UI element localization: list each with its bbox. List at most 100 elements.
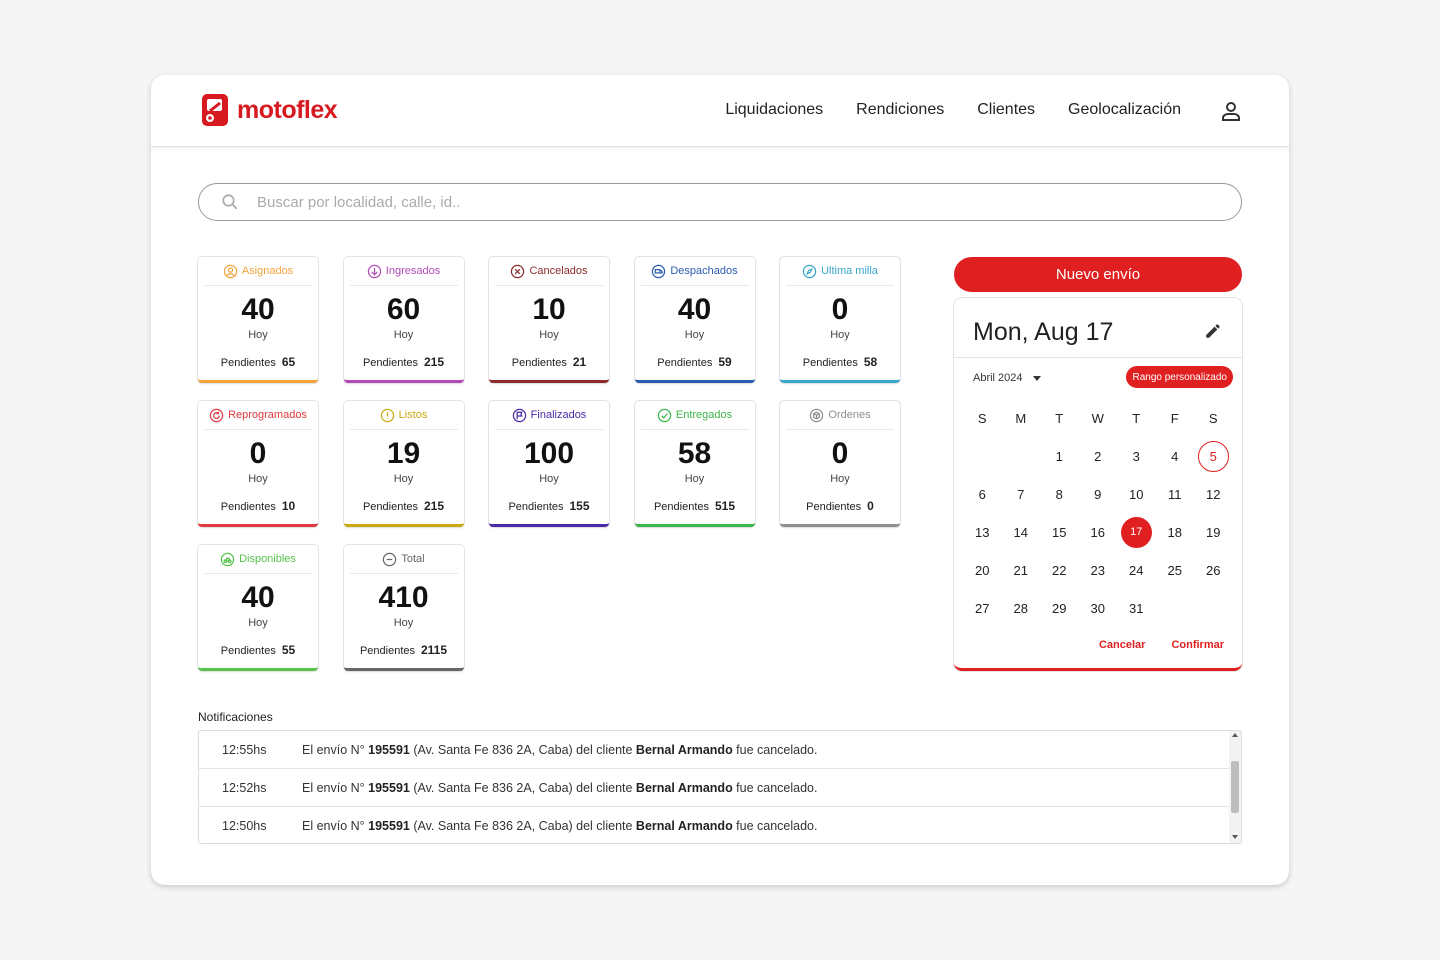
rango-personalizado-button[interactable]: Rango personalizado <box>1126 366 1233 388</box>
card-pending-label: Pendientes <box>511 357 567 369</box>
calendar-day[interactable]: 15 <box>1040 513 1079 551</box>
nav-geolocalizacion[interactable]: Geolocalización <box>1068 101 1181 119</box>
calendar-day[interactable]: 8 <box>1040 475 1079 513</box>
nav-rendiciones[interactable]: Rendiciones <box>856 101 944 119</box>
calendar-day-number: 21 <box>1013 562 1028 578</box>
calendar-day[interactable]: 4 <box>1156 437 1195 475</box>
calendar-day[interactable]: 7 <box>1002 475 1041 513</box>
scroll-thumb[interactable] <box>1231 761 1239 813</box>
calendar-day-number: 1 <box>1055 448 1063 464</box>
nav-clientes[interactable]: Clientes <box>977 101 1035 119</box>
search-bar[interactable] <box>198 183 1242 221</box>
calendar-day[interactable]: 13 <box>963 513 1002 551</box>
notification-row[interactable]: 12:55hs El envío N° 195591 (Av. Santa Fe … <box>199 731 1229 769</box>
status-card-listos[interactable]: Listos 19 Hoy Pendientes 215 <box>343 401 464 527</box>
calendar-day[interactable]: 14 <box>1002 513 1041 551</box>
status-card-ingresados[interactable]: Ingresados 60 Hoy Pendientes 215 <box>343 257 464 383</box>
scroll-up-arrow-icon[interactable] <box>1232 733 1238 737</box>
card-pending-label: Pendientes <box>508 501 564 513</box>
card-label: Listos <box>398 409 428 421</box>
check-circle-icon <box>657 408 672 422</box>
status-card-asignados[interactable]: Asignados 40 Hoy Pendientes 65 <box>198 257 318 383</box>
scroll-down-arrow-icon[interactable] <box>1232 835 1238 839</box>
cancelar-button[interactable]: Cancelar <box>1099 639 1145 651</box>
nav-liquidaciones[interactable]: Liquidaciones <box>725 101 823 119</box>
weekday-header: W <box>1091 410 1104 426</box>
confirmar-button[interactable]: Confirmar <box>1171 639 1224 651</box>
month-label: Abril 2024 <box>973 372 1023 384</box>
calendar-day[interactable]: 24 <box>1117 551 1156 589</box>
card-pending-value: 21 <box>572 355 587 369</box>
card-header: Listos <box>349 401 458 430</box>
card-pending-value: 215 <box>424 499 445 513</box>
user-account-icon[interactable] <box>1219 99 1243 123</box>
calendar-day[interactable]: 31 <box>1117 589 1156 627</box>
calendar-day-number: 26 <box>1206 562 1221 578</box>
flag-circle-icon <box>512 408 526 422</box>
calendar-day[interactable]: 9 <box>1079 475 1118 513</box>
card-pending-label: Pendientes <box>220 357 276 369</box>
notifications-title: Notificaciones <box>198 710 273 724</box>
search-input[interactable] <box>257 193 1157 211</box>
pencil-icon[interactable] <box>1204 322 1222 340</box>
calendar-day[interactable]: 28 <box>1002 589 1041 627</box>
status-card-despachados[interactable]: Despachados 40 Hoy Pendientes 59 <box>634 257 755 383</box>
status-card-cancelados[interactable]: Cancelados 10 Hoy Pendientes 21 <box>489 257 609 383</box>
weekday-header: M <box>1015 410 1027 426</box>
card-today-value: 10 <box>532 293 566 326</box>
calendar-day[interactable]: 3 <box>1117 437 1156 475</box>
nuevo-envio-button[interactable]: Nuevo envío <box>954 257 1242 292</box>
calendar-day-number: 5 <box>1197 440 1229 472</box>
notification-row[interactable]: 12:50hs El envío N° 195591 (Av. Santa Fe … <box>199 807 1229 843</box>
calendar-day[interactable]: 17 <box>1117 513 1156 551</box>
calendar-day[interactable]: 5 <box>1194 437 1233 475</box>
calendar-day-number: 29 <box>1052 600 1067 616</box>
card-today-value: 410 <box>378 581 429 614</box>
status-card-reprogramados[interactable]: Reprogramados 0 Hoy Pendientes 10 <box>198 401 318 527</box>
month-selector[interactable]: Abril 2024 <box>973 372 1041 384</box>
weekday-header: T <box>1132 410 1141 426</box>
calendar-day[interactable]: 12 <box>1194 475 1233 513</box>
card-today-label: Hoy <box>393 473 414 485</box>
calendar-day[interactable]: 6 <box>963 475 1002 513</box>
calendar-day[interactable]: 22 <box>1040 551 1079 589</box>
calendar-day[interactable]: 20 <box>963 551 1002 589</box>
notification-text-pre: El envío N° <box>302 780 369 795</box>
calendar-day[interactable]: 11 <box>1156 475 1195 513</box>
status-card-finalizados[interactable]: Finalizados 100 Hoy Pendientes 155 <box>489 401 609 527</box>
calendar-day[interactable]: 26 <box>1194 551 1233 589</box>
calendar-day[interactable]: 2 <box>1079 437 1118 475</box>
calendar-day-number: 31 <box>1129 600 1144 616</box>
notification-text-post: fue cancelado. <box>732 780 818 795</box>
calendar-day[interactable]: 21 <box>1002 551 1041 589</box>
card-pending: Pendientes 2115 <box>344 643 464 657</box>
box-circle-icon <box>810 408 824 422</box>
status-card-total[interactable]: Total 410 Hoy Pendientes 2115 <box>343 545 464 671</box>
calendar-day[interactable]: 19 <box>1194 513 1233 551</box>
card-label: Ordenes <box>828 409 871 421</box>
status-card-disponibles[interactable]: Disponibles 40 Hoy Pendientes 55 <box>198 545 318 671</box>
notifications-list: 12:55hs El envío N° 195591 (Av. Santa Fe … <box>198 730 1242 844</box>
status-card-entregados[interactable]: Entregados 58 Hoy Pendientes 515 <box>634 401 755 527</box>
card-pending-value: 155 <box>569 499 590 513</box>
calendar-day[interactable]: 10 <box>1117 475 1156 513</box>
calendar-day[interactable]: 25 <box>1156 551 1195 589</box>
calendar-day[interactable]: 23 <box>1079 551 1118 589</box>
notification-row[interactable]: 12:52hs El envío N° 195591 (Av. Santa Fe … <box>199 769 1229 807</box>
brand-logo[interactable]: motoflex <box>201 93 338 127</box>
motoflex-logo-icon <box>202 94 228 126</box>
card-pending-value: 55 <box>281 643 296 657</box>
calendar-day[interactable]: 29 <box>1040 589 1079 627</box>
calendar-day[interactable]: 30 <box>1079 589 1118 627</box>
status-card-ordenes[interactable]: Ordenes 0 Hoy Pendientes 0 <box>780 401 900 527</box>
calendar-day[interactable]: 27 <box>963 589 1002 627</box>
calendar-day[interactable]: 1 <box>1040 437 1079 475</box>
calendar-day[interactable]: 16 <box>1079 513 1118 551</box>
notification-shipment-id: 195591 <box>368 819 410 833</box>
status-card-ultima-milla[interactable]: Ultima milla 0 Hoy Pendientes 58 <box>780 257 900 383</box>
search-icon <box>222 194 238 210</box>
notification-text-mid: (Av. Santa Fe 836 2A, Caba) del cliente <box>409 742 636 757</box>
calendar-day[interactable]: 18 <box>1156 513 1195 551</box>
notifications-scrollbar[interactable] <box>1229 731 1241 843</box>
calendar-day-number: 6 <box>978 486 986 502</box>
